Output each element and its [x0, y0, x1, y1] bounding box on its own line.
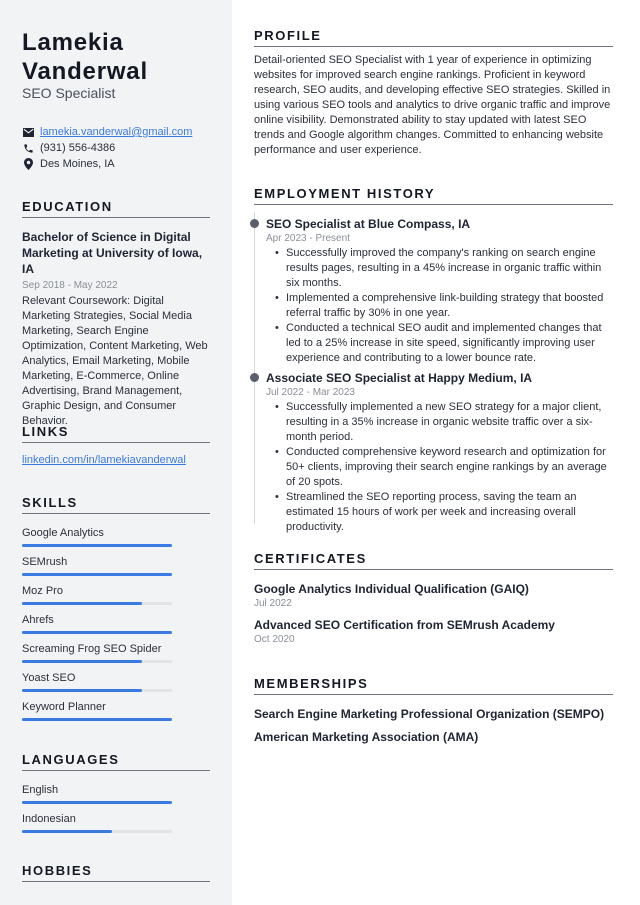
- timeline-dot-icon: [249, 373, 259, 382]
- skill-bar-fill: [22, 631, 172, 634]
- job-bullet: Conducted a technical SEO audit and impl…: [275, 321, 615, 366]
- certificate-title: Advanced SEO Certification from SEMrush …: [254, 618, 555, 632]
- education-description: Relevant Coursework: Digital Marketing S…: [22, 295, 208, 427]
- skill-label: Google Analytics: [22, 527, 104, 539]
- skill-item: Screaming Frog SEO Spider: [22, 640, 172, 669]
- job-bullet: Conducted comprehensive keyword research…: [275, 445, 615, 490]
- language-item: Indonesian: [22, 810, 172, 839]
- links-heading: LINKS: [22, 424, 210, 443]
- candidate-name: Lamekia Vanderwal: [22, 29, 148, 85]
- job-bullet: Successfully improved the company's rank…: [275, 246, 615, 291]
- skill-item: Ahrefs: [22, 611, 172, 640]
- phone-number: (931) 556-4386: [40, 142, 116, 154]
- skill-item: SEMrush: [22, 553, 172, 582]
- sidebar: Lamekia Vanderwal SEO Specialist lamekia…: [0, 0, 232, 905]
- language-label: English: [22, 784, 59, 796]
- map-pin-icon: [22, 158, 34, 170]
- skill-label: SEMrush: [22, 556, 68, 568]
- skill-label: Moz Pro: [22, 585, 63, 597]
- membership-item: Search Engine Marketing Professional Org…: [254, 707, 605, 721]
- skill-label: Ahrefs: [22, 614, 54, 626]
- contact-location: Des Moines, IA: [22, 156, 192, 172]
- employment-heading: EMPLOYMENT HISTORY: [254, 186, 613, 205]
- phone-icon: [22, 142, 34, 154]
- certificate-item: Advanced SEO Certification from SEMrush …: [254, 617, 614, 647]
- job-bullets: Successfully improved the company's rank…: [266, 246, 615, 366]
- education-heading: EDUCATION: [22, 199, 210, 218]
- skill-bar-fill: [22, 689, 142, 692]
- language-bar-fill: [22, 801, 172, 804]
- skill-item: Yoast SEO: [22, 669, 172, 698]
- skill-bar-fill: [22, 602, 142, 605]
- hobbies-heading: HOBBIES: [22, 863, 210, 882]
- skill-bar: [22, 544, 172, 547]
- languages-heading: LANGUAGES: [22, 752, 210, 771]
- job-entry: Associate SEO Specialist at Happy Medium…: [249, 366, 615, 535]
- linkedin-link[interactable]: linkedin.com/in/lamekiavanderwal: [22, 454, 186, 466]
- contact-email: lamekia.vanderwal@gmail.com: [22, 124, 192, 140]
- email-link[interactable]: lamekia.vanderwal@gmail.com: [40, 126, 192, 138]
- profile-summary: Detail-oriented SEO Specialist with 1 ye…: [254, 54, 611, 156]
- job-date: Apr 2023 - Present: [266, 233, 350, 244]
- certificate-title: Google Analytics Individual Qualificatio…: [254, 582, 529, 596]
- skill-bar: [22, 660, 172, 663]
- language-bar: [22, 801, 172, 804]
- skill-bar: [22, 631, 172, 634]
- education-entry: Bachelor of Science in Digital Marketing…: [22, 229, 214, 429]
- language-item: English: [22, 781, 172, 810]
- profile-heading: PROFILE: [254, 28, 613, 47]
- job-date: Jul 2022 - Mar 2023: [266, 387, 355, 398]
- skill-item: Moz Pro: [22, 582, 172, 611]
- job-entry: SEO Specialist at Blue Compass, IA Apr 2…: [249, 212, 615, 366]
- skill-bar: [22, 602, 172, 605]
- skill-item: Keyword Planner: [22, 698, 172, 727]
- job-title: SEO Specialist at Blue Compass, IA: [266, 217, 471, 231]
- education-degree: Bachelor of Science in Digital Marketing…: [22, 230, 203, 276]
- skill-bar-fill: [22, 718, 172, 721]
- language-bar: [22, 830, 172, 833]
- skill-item: Google Analytics: [22, 524, 172, 553]
- employment-timeline: SEO Specialist at Blue Compass, IA Apr 2…: [249, 212, 615, 533]
- location-text: Des Moines, IA: [40, 158, 115, 170]
- education-date: Sep 2018 - May 2022: [22, 280, 118, 291]
- envelope-icon: [22, 126, 34, 138]
- certificate-date: Jul 2022: [254, 598, 292, 609]
- certificate-item: Google Analytics Individual Qualificatio…: [254, 581, 614, 611]
- memberships-heading: MEMBERSHIPS: [254, 676, 613, 695]
- skill-label: Keyword Planner: [22, 701, 106, 713]
- skill-label: Screaming Frog SEO Spider: [22, 643, 162, 655]
- job-bullet: Implemented a comprehensive link-buildin…: [275, 291, 615, 321]
- skill-bar-fill: [22, 573, 172, 576]
- skill-bar: [22, 718, 172, 721]
- skill-bar-fill: [22, 660, 142, 663]
- language-label: Indonesian: [22, 813, 76, 825]
- skills-heading: SKILLS: [22, 495, 210, 514]
- skill-bar: [22, 573, 172, 576]
- language-bar-fill: [22, 830, 112, 833]
- contact-info: lamekia.vanderwal@gmail.com (931) 556-43…: [22, 124, 192, 172]
- skill-bar-fill: [22, 544, 172, 547]
- skill-label: Yoast SEO: [22, 672, 76, 684]
- skill-bar: [22, 689, 172, 692]
- job-bullet: Streamlined the SEO reporting process, s…: [275, 490, 615, 535]
- languages-list: English Indonesian: [22, 781, 172, 839]
- certificates-heading: CERTIFICATES: [254, 551, 613, 570]
- job-bullets: Successfully implemented a new SEO strat…: [266, 400, 615, 535]
- membership-item: American Marketing Association (AMA): [254, 730, 479, 744]
- contact-phone: (931) 556-4386: [22, 140, 192, 156]
- job-title: Associate SEO Specialist at Happy Medium…: [266, 371, 533, 385]
- candidate-title: SEO Specialist: [22, 85, 116, 101]
- timeline-dot-icon: [249, 219, 259, 228]
- certificate-date: Oct 2020: [254, 634, 295, 645]
- skills-list: Google Analytics SEMrush Moz Pro Ahrefs …: [22, 524, 172, 727]
- job-bullet: Successfully implemented a new SEO strat…: [275, 400, 615, 445]
